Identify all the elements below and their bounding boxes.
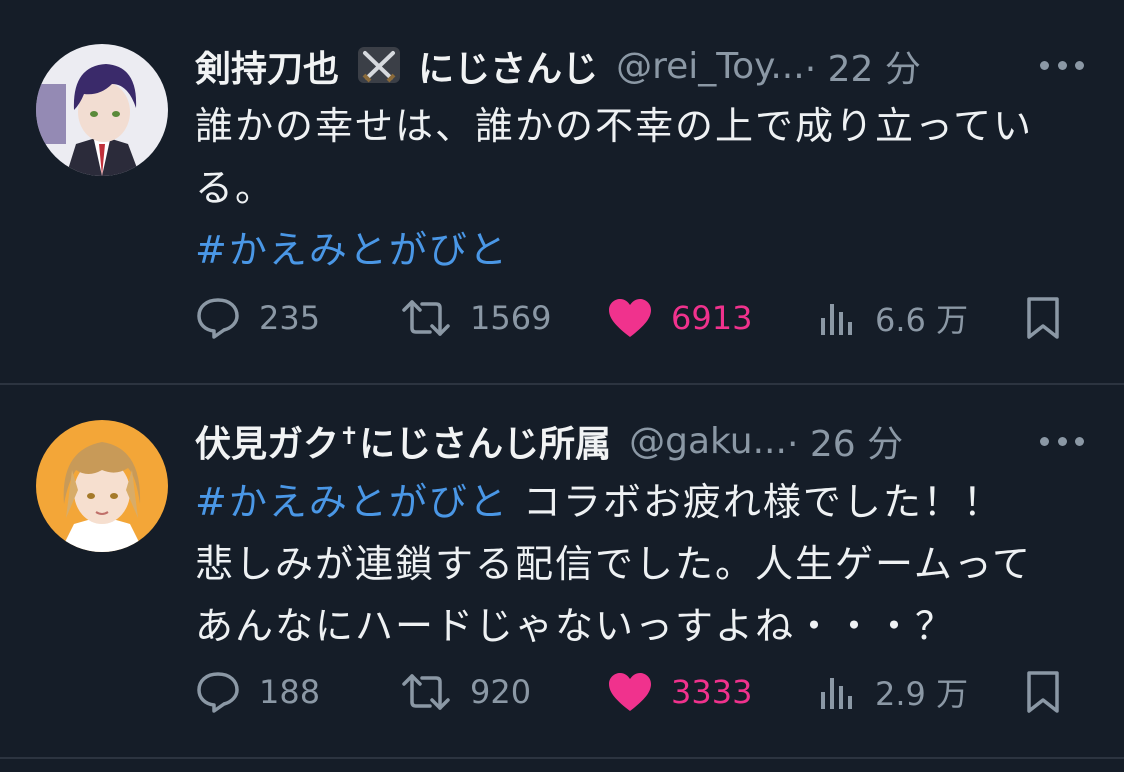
tweet-text-segment: コラボお疲れ様でした！！ — [508, 480, 1003, 524]
reply-count: 188 — [259, 673, 321, 711]
heart-icon — [609, 673, 651, 711]
hashtag-link[interactable]: #かえみとがびと — [195, 219, 1085, 281]
timestamp[interactable]: · 26 分 — [787, 415, 903, 467]
bookmark-icon — [1027, 297, 1059, 339]
tweet-text-line: 誰かの幸せは、誰かの不幸の上で成り立ってい — [195, 104, 1034, 148]
more-icon[interactable] — [1040, 431, 1084, 451]
tweet-actions: 188 920 3333 2.9 万 — [195, 667, 1075, 717]
tweet-header: 伏見ガク✝にじさんじ所属 @gaku... · 26 分 — [195, 415, 903, 467]
reply-icon — [197, 298, 239, 339]
avatar[interactable] — [36, 44, 168, 176]
avatar-image — [36, 420, 168, 552]
like-count: 6913 — [671, 299, 753, 337]
views-icon — [821, 304, 852, 335]
timeline-feed: 剣持刀也 にじさんじ @rei_Toy... · 22 分 誰かの幸せは、誰かの… — [0, 0, 1124, 772]
retweet-icon — [402, 674, 450, 710]
bookmark-icon — [1027, 671, 1059, 713]
bookmark-button[interactable] — [1025, 667, 1061, 717]
swords-icon — [357, 47, 400, 83]
display-name-text: 伏見ガク — [195, 424, 340, 465]
retweet-button[interactable]: 1569 — [400, 293, 551, 343]
tweet-actions: 235 1569 6913 6.6 万 — [195, 293, 1075, 343]
user-handle[interactable]: @gaku... — [629, 421, 787, 462]
views-button[interactable]: 2.9 万 — [817, 667, 968, 717]
heart-icon — [609, 299, 651, 337]
tweet-text: #かえみとがびと コラボお疲れ様でした！！ 悲しみが連鎖する配信でした。人生ゲー… — [195, 471, 1085, 657]
tweet-text-line: #かえみとがびと コラボお疲れ様でした！！ — [195, 471, 1085, 533]
avatar-image — [36, 44, 168, 176]
tweet-text-line: あんなにハードじゃないっすよね・・・？ — [195, 604, 956, 648]
more-icon[interactable] — [1040, 55, 1084, 75]
tweet-text-line: る。 — [195, 166, 276, 210]
retweet-icon — [402, 300, 450, 336]
views-icon — [821, 678, 852, 709]
view-count: 2.9 万 — [875, 675, 969, 713]
reply-button[interactable]: 188 — [195, 667, 320, 717]
tweet-text-line: 悲しみが連鎖する配信でした。人生ゲームって — [195, 542, 1032, 586]
reply-button[interactable]: 235 — [195, 293, 320, 343]
like-button[interactable]: 3333 — [607, 667, 752, 717]
bookmark-button[interactable] — [1025, 293, 1061, 343]
tweet-text: 誰かの幸せは、誰かの不幸の上で成り立ってい る。 #かえみとがびと — [195, 95, 1085, 281]
divider — [0, 757, 1124, 759]
like-button[interactable]: 6913 — [607, 293, 752, 343]
views-button[interactable]: 6.6 万 — [817, 293, 968, 343]
display-name[interactable]: 伏見ガク✝にじさんじ所属 — [195, 415, 611, 467]
display-name-affiliation: にじさんじ所属 — [359, 424, 612, 465]
tweet[interactable]: 伏見ガク✝にじさんじ所属 @gaku... · 26 分 #かえみとがびと コラ… — [0, 385, 1124, 757]
tweet-header: 剣持刀也 にじさんじ @rei_Toy... · 22 分 — [195, 40, 921, 92]
tweet[interactable]: 剣持刀也 にじさんじ @rei_Toy... · 22 分 誰かの幸せは、誰かの… — [0, 0, 1124, 383]
retweet-count: 1569 — [470, 299, 552, 337]
retweet-button[interactable]: 920 — [400, 667, 531, 717]
reply-count: 235 — [259, 299, 321, 337]
avatar[interactable] — [36, 420, 168, 552]
user-handle[interactable]: @rei_Toy... — [616, 46, 805, 87]
display-name-text: 剣持刀也 — [195, 49, 340, 90]
like-count: 3333 — [671, 673, 753, 711]
view-count: 6.6 万 — [875, 301, 969, 339]
display-name[interactable]: 剣持刀也 にじさんじ — [195, 40, 598, 92]
display-name-affiliation: にじさんじ — [418, 49, 599, 90]
timestamp[interactable]: · 22 分 — [805, 40, 921, 92]
retweet-count: 920 — [470, 673, 532, 711]
cross-mark: ✝ — [339, 422, 360, 450]
hashtag-link[interactable]: #かえみとがびと — [195, 480, 509, 524]
reply-icon — [197, 672, 239, 713]
